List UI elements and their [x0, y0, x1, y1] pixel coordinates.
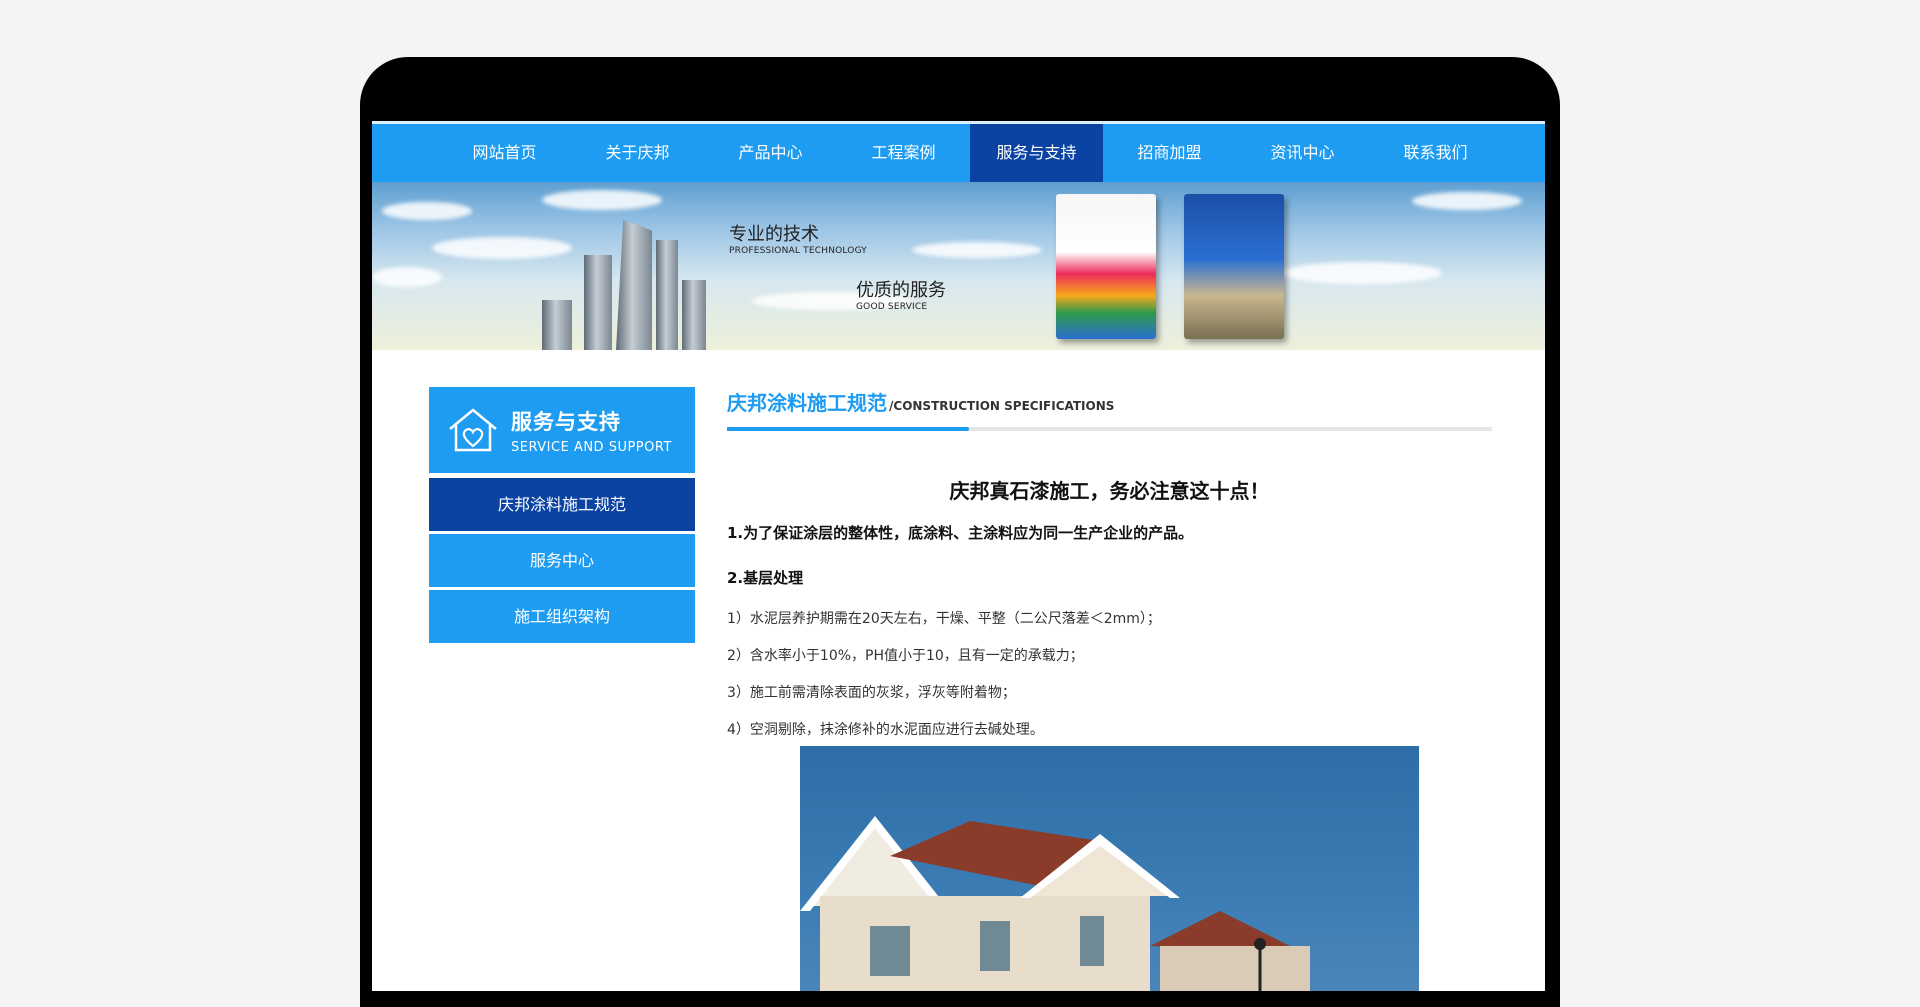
article-line: 2）含水率小于10%，PH值小于10，且有一定的承载力； [727, 648, 1084, 664]
browser-viewport: 网站首页 关于庆邦 产品中心 工程案例 服务与支持 招商加盟 资讯中心 联系我们 [372, 121, 1545, 991]
villa-illustration [800, 816, 1310, 991]
slogan-technology: 专业的技术 PROFESSIONAL TECHNOLOGY [729, 220, 867, 256]
article-title: 庆邦真石漆施工，务必注意这十点！ [949, 479, 1270, 503]
section-divider [727, 427, 1492, 431]
sidebar-titles: 服务与支持 SERVICE AND SUPPORT [511, 406, 672, 455]
nav-service-support[interactable]: 服务与支持 [970, 124, 1103, 182]
cloud [1282, 262, 1442, 284]
nav-about[interactable]: 关于庆邦 [571, 124, 704, 182]
section-title-cn: 庆邦涂料施工规范 [727, 391, 887, 415]
nav-news[interactable]: 资讯中心 [1236, 124, 1369, 182]
cloud [382, 202, 472, 220]
section-title: 庆邦涂料施工规范 /CONSTRUCTION SPECIFICATIONS [727, 387, 1492, 427]
main-article: 庆邦涂料施工规范 /CONSTRUCTION SPECIFICATIONS 庆邦… [727, 387, 1492, 991]
cloud [432, 237, 572, 259]
article-line: 3）施工前需清除表面的灰浆，浮灰等附着物； [727, 685, 1016, 701]
villa-photo [800, 746, 1419, 991]
slogan-service-en: GOOD SERVICE [856, 302, 928, 312]
slogan-service-cn: 优质的服务 [856, 280, 946, 301]
nav-cases[interactable]: 工程案例 [837, 124, 970, 182]
main-nav: 网站首页 关于庆邦 产品中心 工程案例 服务与支持 招商加盟 资讯中心 联系我们 [372, 121, 1545, 182]
content-area: 服务与支持 SERVICE AND SUPPORT 庆邦涂料施工规范 服务中心 … [372, 350, 1545, 991]
article-line: 4）空洞剔除，抹涂修补的水泥面应进行去碱处理。 [727, 722, 1044, 738]
section-title-en: /CONSTRUCTION SPECIFICATIONS [889, 399, 1115, 413]
skyscraper [656, 240, 678, 350]
nav-franchise[interactable]: 招商加盟 [1103, 124, 1236, 182]
nav-home[interactable]: 网站首页 [438, 124, 571, 182]
skyscraper [584, 255, 612, 350]
cloud [1412, 192, 1522, 210]
sidebar-item-organization[interactable]: 施工组织架构 [429, 590, 695, 643]
slogan-technology-cn: 专业的技术 [729, 224, 819, 245]
slogan-service: 优质的服务 GOOD SERVICE [856, 276, 946, 312]
sidebar-item-service-center[interactable]: 服务中心 [429, 534, 695, 587]
cloud [912, 242, 1042, 258]
house-heart-icon [449, 408, 497, 452]
article-point-2: 2.基层处理 [727, 569, 804, 587]
nav-products[interactable]: 产品中心 [704, 124, 837, 182]
device-frame: 网站首页 关于庆邦 产品中心 工程案例 服务与支持 招商加盟 资讯中心 联系我们 [360, 57, 1560, 1007]
sidebar-subtitle: SERVICE AND SUPPORT [511, 439, 672, 455]
section-divider-accent [727, 427, 969, 431]
skyscraper [616, 220, 652, 350]
cloud [372, 267, 442, 287]
article-line: 1）水泥层养护期需在20天左右，干燥、平整（二公尺落差＜2mm）； [727, 611, 1161, 627]
hero-banner: 专业的技术 PROFESSIONAL TECHNOLOGY 优质的服务 GOOD… [372, 182, 1545, 350]
slogan-technology-en: PROFESSIONAL TECHNOLOGY [729, 246, 868, 256]
nav-contact[interactable]: 联系我们 [1369, 124, 1502, 182]
sidebar-title: 服务与支持 [511, 409, 621, 434]
skyscraper [682, 280, 706, 350]
skyscraper [542, 300, 572, 350]
product-bucket-blue [1184, 194, 1284, 339]
sidebar-header: 服务与支持 SERVICE AND SUPPORT [429, 387, 695, 475]
cloud [542, 190, 662, 210]
article-point-1: 1.为了保证涂层的整体性，底涂料、主涂料应为同一生产企业的产品。 [727, 524, 1194, 542]
sidebar-item-construction-specs[interactable]: 庆邦涂料施工规范 [429, 478, 695, 531]
sidebar: 服务与支持 SERVICE AND SUPPORT 庆邦涂料施工规范 服务中心 … [429, 387, 695, 643]
product-bucket-pink [1056, 194, 1156, 339]
